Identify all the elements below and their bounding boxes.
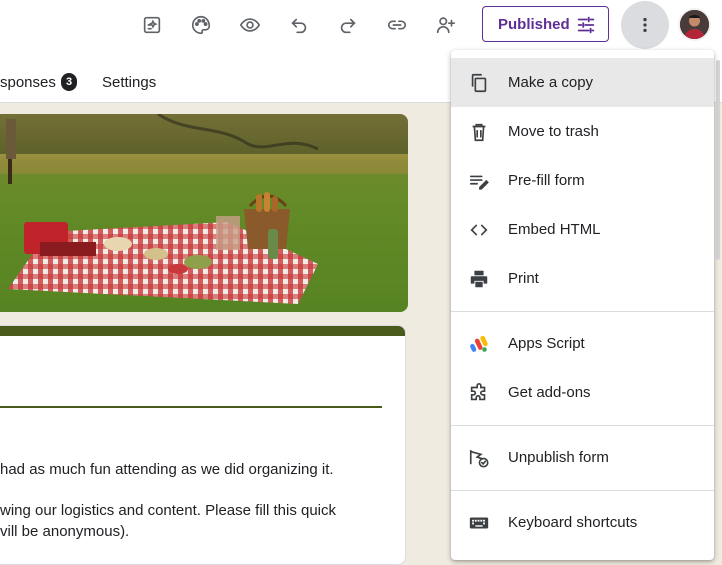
undo-icon[interactable] (284, 10, 314, 40)
menu-item-label: Move to trash (508, 123, 599, 140)
responses-count-badge: 3 (61, 73, 77, 91)
menu-item-label: Pre-fill form (508, 172, 585, 189)
apps-script-icon (467, 332, 491, 356)
trash-icon (467, 120, 491, 144)
avatar[interactable] (678, 8, 711, 41)
print-icon (467, 267, 491, 291)
more-vert-icon (643, 17, 647, 33)
published-button[interactable]: Published (482, 6, 609, 42)
menu-item-label: Make a copy (508, 74, 594, 91)
menu-item-label: Apps Script (508, 335, 585, 352)
menu-divider (451, 425, 714, 426)
menu-item-label: Keyboard shortcuts (508, 514, 638, 531)
menu-item-make-a-copy[interactable]: Make a copy (451, 58, 714, 107)
scrollbar[interactable] (716, 60, 720, 260)
code-icon (467, 218, 491, 242)
link-icon[interactable] (382, 10, 412, 40)
tune-icon (577, 16, 595, 34)
copy-icon (467, 71, 491, 95)
menu-item-print[interactable]: Print (451, 254, 714, 303)
menu-item-label: Print (508, 270, 539, 287)
menu-item-apps-script[interactable]: Apps Script (451, 319, 714, 368)
menu-item-label: Unpublish form (508, 449, 609, 466)
published-label: Published (498, 15, 570, 33)
theme-strip (0, 326, 405, 336)
palette-icon[interactable] (186, 10, 216, 40)
more-options-menu: Make a copy Move to trash Pre-fill form … (451, 50, 714, 560)
preview-eye-icon[interactable] (235, 10, 265, 40)
menu-item-get-add-ons[interactable]: Get add-ons (451, 368, 714, 417)
menu-divider (451, 311, 714, 312)
header-image (0, 114, 408, 312)
form-description-line: vill be anonymous). (0, 523, 130, 540)
menu-item-move-to-trash[interactable]: Move to trash (451, 107, 714, 156)
edit-note-icon (467, 169, 491, 193)
more-options-button[interactable] (621, 1, 669, 49)
menu-item-label: Embed HTML (508, 221, 601, 238)
tab-settings[interactable]: Settings (102, 74, 156, 91)
add-collaborator-icon[interactable] (431, 10, 461, 40)
customize-ai-icon[interactable] (137, 10, 167, 40)
top-toolbar: Published (0, 0, 722, 50)
redo-icon[interactable] (333, 10, 363, 40)
form-description-line: had as much fun attending as we did orga… (0, 461, 334, 478)
form-description-line: wing our logistics and content. Please f… (0, 502, 337, 519)
menu-item-label: Get add-ons (508, 384, 591, 401)
menu-item-unpublish-form[interactable]: Unpublish form (451, 433, 714, 482)
menu-item-keyboard-shortcuts[interactable]: Keyboard shortcuts (451, 498, 714, 547)
unpublish-icon (467, 446, 491, 470)
tab-responses[interactable]: sponses (0, 74, 56, 91)
title-underline (0, 406, 382, 408)
extension-icon (467, 381, 491, 405)
menu-item-pre-fill-form[interactable]: Pre-fill form (451, 156, 714, 205)
keyboard-icon (467, 511, 491, 535)
menu-item-embed-html[interactable]: Embed HTML (451, 205, 714, 254)
menu-divider (451, 490, 714, 491)
